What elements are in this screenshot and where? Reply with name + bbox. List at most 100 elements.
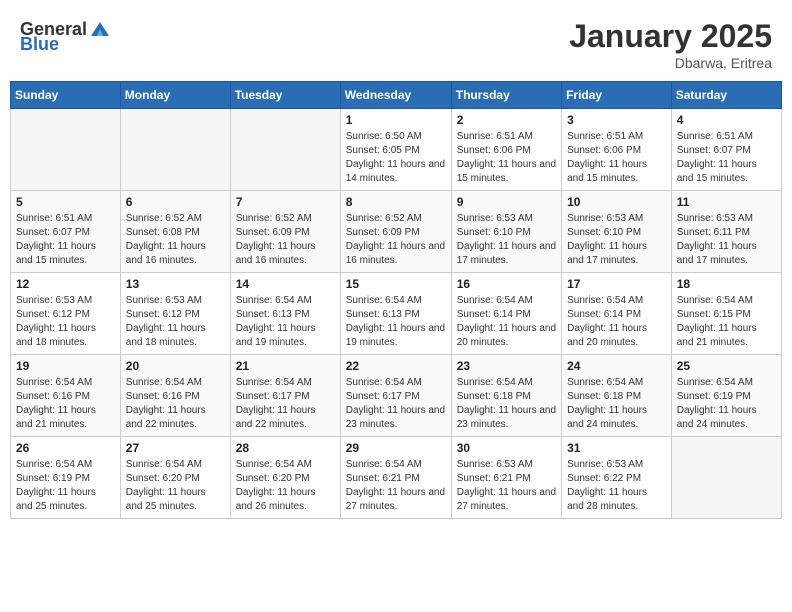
day-info: Sunrise: 6:50 AM Sunset: 6:05 PM Dayligh… (346, 130, 446, 186)
calendar-cell: 11Sunrise: 6:53 AM Sunset: 6:11 PM Dayli… (671, 191, 781, 273)
calendar-cell: 18 Sunrise: 6:54 AM Sunset: 6:15 PM Dayli… (671, 273, 781, 355)
calendar-cell: 9Sunrise: 6:53 AM Sunset: 6:10 PM Daylig… (451, 191, 561, 273)
day-number: 19 (16, 359, 115, 373)
calendar-cell: 10 Sunrise: 6:53 AM Sunset: 6:10 PM Dayli… (562, 191, 672, 273)
day-number: 2 (457, 113, 556, 127)
day-number: 8 (346, 195, 446, 209)
day-info: Sunrise: 6:51 AM Sunset: 6:06 PM Dayligh… (457, 130, 556, 186)
day-info: Sunrise: 6:54 AM Sunset: 6:14 PM Dayligh… (567, 294, 666, 350)
calendar-cell: 13 Sunrise: 6:53 AM Sunset: 6:12 PM Dayli… (120, 273, 230, 355)
day-info: Sunrise: 6:54 AM Sunset: 6:13 PM Dayligh… (346, 294, 446, 350)
title-block: January 2025 Dbarwa, Eritrea (569, 18, 772, 71)
day-info: Sunrise: 6:54 AM Sunset: 6:15 PM Dayligh… (677, 294, 776, 350)
day-info: Sunrise: 6:52 AM Sunset: 6:09 PM Dayligh… (236, 212, 335, 268)
day-number: 20 (126, 359, 225, 373)
weekday-header-friday: Friday (562, 82, 672, 109)
logo: General Blue (20, 18, 111, 55)
calendar-cell: 6 Sunrise: 6:52 AM Sunset: 6:08 PM Daylig… (120, 191, 230, 273)
calendar-week-row: 1 Sunrise: 6:50 AM Sunset: 6:05 PM Daylig… (11, 109, 782, 191)
day-info: Sunrise: 6:54 AM Sunset: 6:16 PM Dayligh… (126, 376, 225, 432)
day-info: Sunrise: 6:54 AM Sunset: 6:19 PM Dayligh… (16, 458, 115, 514)
calendar-cell: 24 Sunrise: 6:54 AM Sunset: 6:18 PM Dayli… (562, 355, 672, 437)
calendar-week-row: 26 Sunrise: 6:54 AM Sunset: 6:19 PM Dayli… (11, 437, 782, 519)
day-number: 22 (346, 359, 446, 373)
weekday-header-tuesday: Tuesday (230, 82, 340, 109)
day-info: Sunrise: 6:53 AM Sunset: 6:12 PM Dayligh… (16, 294, 115, 350)
day-info: Sunrise: 6:54 AM Sunset: 6:21 PM Dayligh… (346, 458, 446, 514)
day-number: 15 (346, 277, 446, 291)
day-info: Sunrise: 6:54 AM Sunset: 6:16 PM Dayligh… (16, 376, 115, 432)
day-info: Sunrise: 6:52 AM Sunset: 6:09 PM Dayligh… (346, 212, 446, 268)
day-info: Sunrise: 6:54 AM Sunset: 6:20 PM Dayligh… (126, 458, 225, 514)
day-info: Sunrise: 6:53 AM Sunset: 6:10 PM Dayligh… (457, 212, 556, 268)
calendar-cell: 14 Sunrise: 6:54 AM Sunset: 6:13 PM Dayli… (230, 273, 340, 355)
day-info: Sunrise: 6:51 AM Sunset: 6:06 PM Dayligh… (567, 130, 666, 186)
calendar-cell: 21 Sunrise: 6:54 AM Sunset: 6:17 PM Dayli… (230, 355, 340, 437)
day-info: Sunrise: 6:51 AM Sunset: 6:07 PM Dayligh… (677, 130, 776, 186)
day-number: 21 (236, 359, 335, 373)
day-number: 26 (16, 441, 115, 455)
weekday-header-saturday: Saturday (671, 82, 781, 109)
day-number: 30 (457, 441, 556, 455)
calendar-cell: 28 Sunrise: 6:54 AM Sunset: 6:20 PM Dayli… (230, 437, 340, 519)
day-info: Sunrise: 6:53 AM Sunset: 6:22 PM Dayligh… (567, 458, 666, 514)
weekday-header-sunday: Sunday (11, 82, 121, 109)
day-info: Sunrise: 6:54 AM Sunset: 6:18 PM Dayligh… (457, 376, 556, 432)
day-number: 28 (236, 441, 335, 455)
day-info: Sunrise: 6:51 AM Sunset: 6:07 PM Dayligh… (16, 212, 115, 268)
calendar-cell: 3 Sunrise: 6:51 AM Sunset: 6:06 PM Daylig… (562, 109, 672, 191)
day-info: Sunrise: 6:54 AM Sunset: 6:14 PM Dayligh… (457, 294, 556, 350)
day-number: 29 (346, 441, 446, 455)
calendar-cell: 8 Sunrise: 6:52 AM Sunset: 6:09 PM Daylig… (340, 191, 451, 273)
calendar-cell: 27 Sunrise: 6:54 AM Sunset: 6:20 PM Dayli… (120, 437, 230, 519)
day-info: Sunrise: 6:54 AM Sunset: 6:20 PM Dayligh… (236, 458, 335, 514)
day-info: Sunrise: 6:54 AM Sunset: 6:13 PM Dayligh… (236, 294, 335, 350)
day-number: 13 (126, 277, 225, 291)
calendar-cell: 25 Sunrise: 6:54 AM Sunset: 6:19 PM Dayli… (671, 355, 781, 437)
calendar-cell: 2 Sunrise: 6:51 AM Sunset: 6:06 PM Daylig… (451, 109, 561, 191)
day-number: 11 (677, 195, 776, 209)
calendar-cell: 26 Sunrise: 6:54 AM Sunset: 6:19 PM Dayli… (11, 437, 121, 519)
calendar-header-row: SundayMondayTuesdayWednesdayThursdayFrid… (11, 82, 782, 109)
day-info: Sunrise: 6:53 AM Sunset: 6:12 PM Dayligh… (126, 294, 225, 350)
weekday-header-wednesday: Wednesday (340, 82, 451, 109)
calendar-cell: 4Sunrise: 6:51 AM Sunset: 6:07 PM Daylig… (671, 109, 781, 191)
day-number: 17 (567, 277, 666, 291)
logo-icon (89, 18, 111, 40)
calendar-cell: 30Sunrise: 6:53 AM Sunset: 6:21 PM Dayli… (451, 437, 561, 519)
day-number: 3 (567, 113, 666, 127)
location-subtitle: Dbarwa, Eritrea (569, 55, 772, 71)
day-number: 6 (126, 195, 225, 209)
calendar-cell: 7Sunrise: 6:52 AM Sunset: 6:09 PM Daylig… (230, 191, 340, 273)
day-number: 1 (346, 113, 446, 127)
day-number: 14 (236, 277, 335, 291)
day-info: Sunrise: 6:54 AM Sunset: 6:19 PM Dayligh… (677, 376, 776, 432)
day-number: 18 (677, 277, 776, 291)
calendar-cell: 22 Sunrise: 6:54 AM Sunset: 6:17 PM Dayli… (340, 355, 451, 437)
calendar-cell: 15 Sunrise: 6:54 AM Sunset: 6:13 PM Dayli… (340, 273, 451, 355)
weekday-header-thursday: Thursday (451, 82, 561, 109)
day-number: 24 (567, 359, 666, 373)
day-number: 27 (126, 441, 225, 455)
calendar-week-row: 12 Sunrise: 6:53 AM Sunset: 6:12 PM Dayli… (11, 273, 782, 355)
day-number: 10 (567, 195, 666, 209)
day-info: Sunrise: 6:54 AM Sunset: 6:17 PM Dayligh… (346, 376, 446, 432)
day-info: Sunrise: 6:53 AM Sunset: 6:10 PM Dayligh… (567, 212, 666, 268)
calendar-cell (230, 109, 340, 191)
calendar-cell: 29 Sunrise: 6:54 AM Sunset: 6:21 PM Dayli… (340, 437, 451, 519)
day-number: 16 (457, 277, 556, 291)
calendar-cell: 1 Sunrise: 6:50 AM Sunset: 6:05 PM Daylig… (340, 109, 451, 191)
calendar-cell: 12 Sunrise: 6:53 AM Sunset: 6:12 PM Dayli… (11, 273, 121, 355)
calendar-cell (11, 109, 121, 191)
day-info: Sunrise: 6:54 AM Sunset: 6:18 PM Dayligh… (567, 376, 666, 432)
page-header: General Blue January 2025 Dbarwa, Eritre… (10, 10, 782, 75)
day-number: 12 (16, 277, 115, 291)
calendar-cell: 20 Sunrise: 6:54 AM Sunset: 6:16 PM Dayli… (120, 355, 230, 437)
day-info: Sunrise: 6:54 AM Sunset: 6:17 PM Dayligh… (236, 376, 335, 432)
day-number: 31 (567, 441, 666, 455)
day-number: 25 (677, 359, 776, 373)
calendar-table: SundayMondayTuesdayWednesdayThursdayFrid… (10, 81, 782, 519)
day-info: Sunrise: 6:52 AM Sunset: 6:08 PM Dayligh… (126, 212, 225, 268)
calendar-cell: 16 Sunrise: 6:54 AM Sunset: 6:14 PM Dayli… (451, 273, 561, 355)
logo-blue: Blue (20, 34, 59, 55)
